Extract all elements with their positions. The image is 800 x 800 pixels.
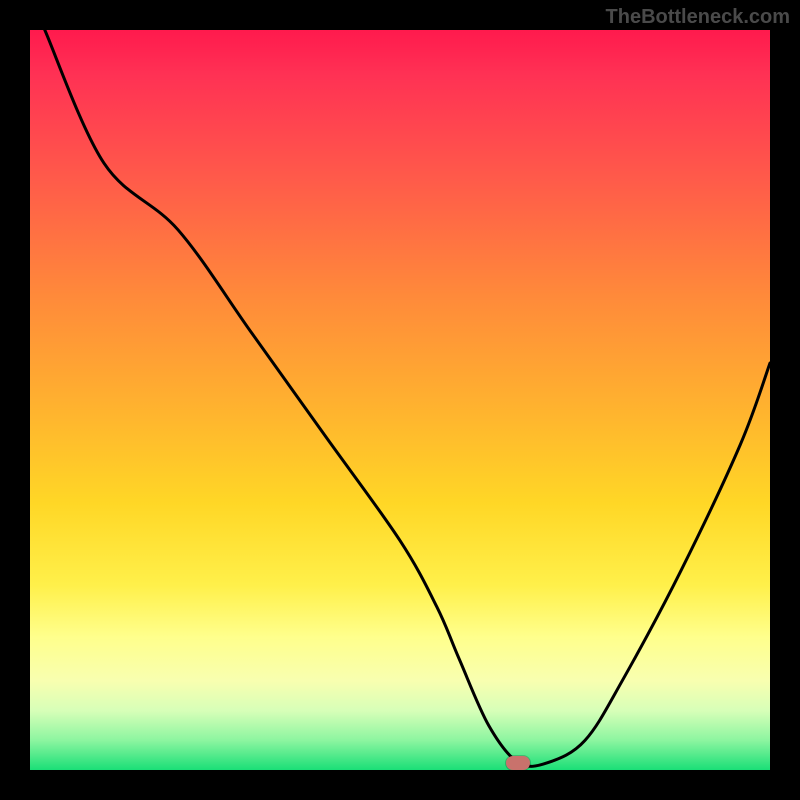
chart-container: TheBottleneck.com	[0, 0, 800, 800]
plot-area	[30, 30, 770, 770]
bottleneck-curve	[30, 30, 770, 770]
optimal-marker	[506, 756, 530, 770]
watermark-text: TheBottleneck.com	[606, 6, 790, 29]
